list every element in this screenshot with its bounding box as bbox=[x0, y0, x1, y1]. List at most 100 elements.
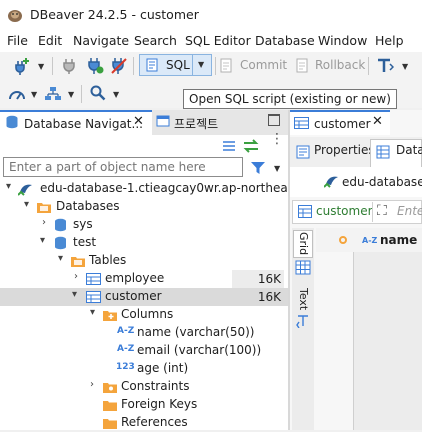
grid-row-numbers bbox=[316, 252, 354, 430]
filter-icon[interactable] bbox=[250, 160, 266, 176]
dashboard-icon[interactable] bbox=[8, 86, 26, 102]
tree-label: email (varchar(100)) bbox=[137, 343, 262, 357]
tree-label: employee bbox=[105, 271, 165, 285]
table-icon bbox=[86, 273, 101, 285]
chevron-down-icon[interactable]: ▾ bbox=[24, 199, 29, 210]
commit-button[interactable]: Commit bbox=[240, 58, 287, 72]
expand-icon[interactable]: ⛶ bbox=[377, 203, 387, 219]
menu-window[interactable]: Window bbox=[318, 33, 367, 48]
new-connection-icon[interactable] bbox=[12, 57, 32, 75]
close-icon[interactable]: ✕ bbox=[133, 114, 144, 129]
menu-bar: File Edit Navigate Search SQL Editor Dat… bbox=[0, 30, 422, 52]
tree-item-column-age[interactable]: 123 age (int) bbox=[0, 360, 288, 378]
menu-edit[interactable]: Edit bbox=[38, 33, 62, 48]
sql-editor-button[interactable]: SQL ▼ bbox=[139, 54, 212, 76]
database-navigator-icon[interactable] bbox=[44, 86, 62, 102]
menu-search[interactable]: Search bbox=[134, 33, 177, 48]
chevron-down-icon[interactable]: ▼ bbox=[274, 164, 280, 173]
chevron-right-icon[interactable]: › bbox=[74, 271, 78, 282]
menu-sql-editor[interactable]: SQL Editor bbox=[185, 33, 251, 48]
tab-projects[interactable]: 프로젝트 bbox=[152, 110, 288, 135]
text-view-icon[interactable] bbox=[296, 314, 310, 328]
rollback-button[interactable]: Rollback bbox=[315, 58, 365, 72]
tab-customer-editor[interactable]: customer ✕ bbox=[290, 110, 390, 135]
chevron-down-icon[interactable]: ▼ bbox=[68, 90, 74, 99]
chevron-down-icon[interactable]: ▾ bbox=[90, 307, 95, 318]
tab-label: 프로젝트 bbox=[174, 117, 219, 131]
chevron-down-icon[interactable]: ▼ bbox=[198, 60, 204, 69]
chevron-down-icon[interactable]: ▾ bbox=[58, 253, 63, 264]
tab-label: Database Navigat... bbox=[24, 117, 143, 131]
tree-item-tables[interactable]: ▾ Tables bbox=[0, 252, 288, 270]
rollback-icon[interactable] bbox=[296, 58, 310, 74]
search-icon[interactable] bbox=[90, 85, 106, 101]
tree-item-customer[interactable]: ▾ customer 16K bbox=[0, 288, 288, 306]
tree-item-test[interactable]: ▾ test bbox=[0, 234, 288, 252]
tab-text[interactable]: Text bbox=[297, 288, 310, 310]
transaction-mode-icon[interactable] bbox=[376, 58, 394, 74]
database-icon bbox=[55, 236, 66, 250]
chevron-down-icon[interactable]: ▼ bbox=[113, 90, 119, 99]
minimize-icon[interactable] bbox=[268, 114, 280, 126]
menu-database[interactable]: Database bbox=[255, 33, 315, 48]
connection-breadcrumb[interactable]: edu-database-1 bbox=[342, 175, 422, 189]
column-header-name[interactable]: name bbox=[380, 233, 417, 247]
data-filter-input[interactable]: Enter bbox=[397, 204, 422, 218]
close-icon[interactable]: ✕ bbox=[372, 114, 383, 129]
tree-item-column-email[interactable]: A-Z email (varchar(100)) bbox=[0, 342, 288, 360]
tree-item-connection[interactable]: ▾ edu-database-1.ctieagcay0wr.ap-northea… bbox=[0, 180, 314, 198]
disconnect-icon[interactable] bbox=[110, 57, 128, 75]
mysql-connection-icon bbox=[18, 184, 32, 196]
data-table-name: customer bbox=[316, 204, 373, 218]
mysql-connection-icon bbox=[324, 176, 338, 188]
navigator-filter-input[interactable] bbox=[3, 157, 243, 177]
menu-navigate[interactable]: Navigate bbox=[73, 33, 129, 48]
row-select-icon[interactable] bbox=[339, 236, 347, 244]
tree-item-employee[interactable]: › employee 16K bbox=[0, 270, 288, 288]
link-with-editor-icon[interactable] bbox=[242, 138, 260, 154]
grid-icon[interactable] bbox=[295, 260, 311, 275]
menu-help[interactable]: Help bbox=[375, 33, 404, 48]
tree-item-databases[interactable]: ▾ Databases bbox=[0, 198, 288, 216]
sql-label: SQL bbox=[166, 58, 190, 72]
window-title: DBeaver 24.2.5 - customer bbox=[30, 7, 199, 22]
folder-columns-icon bbox=[103, 311, 117, 321]
tree-item-column-name[interactable]: A-Z name (varchar(50)) bbox=[0, 324, 288, 342]
editor-subtabs: Properties Data bbox=[290, 137, 422, 167]
tree-label: Foreign Keys bbox=[121, 397, 198, 411]
view-menu-icon[interactable]: ⋮ bbox=[270, 132, 284, 146]
chevron-down-icon[interactable]: ▾ bbox=[6, 181, 11, 192]
database-icon bbox=[6, 115, 18, 129]
tab-properties[interactable]: Properties bbox=[314, 143, 375, 157]
tooltip: Open SQL script (existing or new) bbox=[183, 89, 397, 109]
folder-icon bbox=[103, 401, 117, 411]
tree-label: References bbox=[121, 415, 188, 429]
tree-label: Databases bbox=[56, 199, 120, 213]
chevron-down-icon[interactable]: ▼ bbox=[38, 62, 44, 71]
folder-database-icon bbox=[37, 203, 51, 213]
tree-item-sys[interactable]: › sys bbox=[0, 216, 288, 234]
chevron-down-icon[interactable]: ▼ bbox=[402, 62, 408, 71]
chevron-right-icon[interactable]: › bbox=[42, 217, 46, 228]
chevron-down-icon[interactable]: ▾ bbox=[72, 289, 77, 300]
string-type-icon: A-Z bbox=[362, 236, 378, 245]
collapse-all-icon[interactable] bbox=[222, 140, 236, 152]
connect-icon[interactable] bbox=[86, 57, 104, 75]
folder-icon bbox=[103, 419, 117, 429]
commit-icon[interactable] bbox=[220, 58, 234, 74]
tree-item-columns[interactable]: ▾ Columns bbox=[0, 306, 288, 324]
tree-item-constraints[interactable]: › Constraints bbox=[0, 378, 288, 396]
plug-icon[interactable] bbox=[62, 58, 76, 74]
chevron-right-icon[interactable]: › bbox=[90, 379, 94, 390]
chevron-down-icon[interactable]: ▼ bbox=[31, 90, 37, 99]
menu-file[interactable]: File bbox=[7, 33, 28, 48]
tab-grid-label: Grid bbox=[297, 232, 310, 256]
chevron-down-icon[interactable]: ▾ bbox=[40, 235, 45, 246]
table-size-badge: 16K bbox=[232, 270, 284, 288]
tab-database-navigator[interactable]: Database Navigat... ✕ bbox=[0, 110, 152, 135]
project-icon bbox=[156, 115, 170, 127]
grid-data-area[interactable] bbox=[354, 252, 422, 430]
tree-item-references[interactable]: References bbox=[0, 414, 288, 432]
string-type-icon: A-Z bbox=[117, 326, 135, 336]
tree-item-foreign-keys[interactable]: Foreign Keys bbox=[0, 396, 288, 414]
